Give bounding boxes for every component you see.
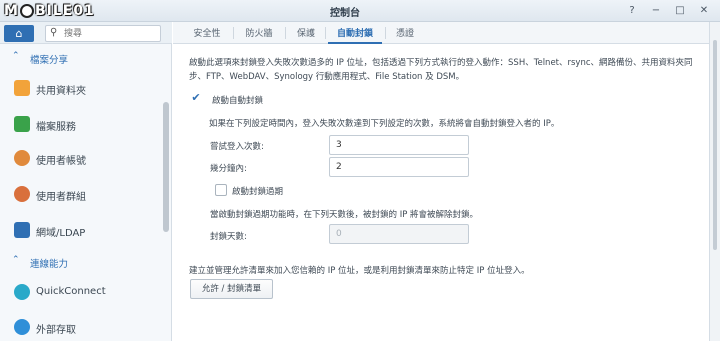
sidebar-item-file-services[interactable]: 檔案服務 — [0, 107, 165, 141]
section-label: 檔案分享 — [30, 55, 69, 66]
title-bar: M BILE 01 控制台 ? − □ ✕ — [0, 0, 720, 22]
sidebar-item-group[interactable]: 使用者群組 — [0, 177, 165, 211]
home-button[interactable]: ⌂ — [4, 25, 34, 42]
enable-expiration-checkbox[interactable] — [215, 184, 227, 196]
sidebar-item-external-access[interactable]: 外部存取 — [0, 310, 165, 341]
help-icon[interactable]: ? — [625, 4, 639, 18]
sidebar-item-quickconnect[interactable]: QuickConnect — [0, 275, 165, 309]
main-panel: 安全性 防火牆 保護 自動封鎖 憑證 啟動此選項來封鎖登入失敗次數過多的 IP … — [173, 22, 720, 341]
scrollbar-thumb[interactable] — [713, 40, 717, 250]
sidebar-item-label: QuickConnect — [36, 286, 106, 297]
expiration-rule-text: 當啟動封鎖過期功能時，在下列天數後，被封鎖的 IP 將會被解除封鎖。 — [210, 210, 479, 220]
tab-bar: 安全性 防火牆 保護 自動封鎖 憑證 — [173, 22, 720, 44]
tab-protection[interactable]: 保護 — [289, 26, 323, 44]
block-rule-text: 如果在下列設定時間內，登入失敗次數達到下列設定的次數，系統將會自動封鎖登入者的 … — [209, 119, 560, 129]
window-title: 控制台 — [330, 8, 360, 19]
user-icon — [14, 150, 30, 166]
within-minutes-label: 幾分鐘內: — [210, 164, 247, 174]
domain-ldap-icon — [14, 222, 30, 238]
search-input[interactable] — [64, 28, 154, 40]
sidebar-item-label: 外部存取 — [36, 325, 76, 336]
auto-block-description: 啟動此選項來封鎖登入失敗次數過多的 IP 位址，包括透過下列方式執行的登入動作：… — [189, 58, 693, 82]
sidebar: ⌂ ⚲ ⌃ 檔案分享 共用資料夾 檔案服務 使用者帳號 使用者群組 網域/LDA… — [0, 22, 172, 341]
tab-separator — [385, 27, 386, 39]
tab-separator — [233, 27, 234, 39]
search-icon: ⚲ — [50, 27, 58, 38]
sidebar-item-domain-ldap[interactable]: 網域/LDAP — [0, 213, 165, 247]
site-logo: M BILE 01 — [4, 2, 95, 20]
allow-block-description: 建立並管理允許清單來加入您信賴的 IP 位址，或是利用封鎖清單來防止特定 IP … — [189, 266, 530, 276]
tab-security[interactable]: 安全性 — [185, 26, 229, 44]
sidebar-scrollbar[interactable] — [163, 102, 169, 232]
tab-separator — [325, 27, 326, 39]
sidebar-item-label: 使用者帳號 — [36, 156, 86, 167]
external-access-icon — [14, 319, 30, 335]
logo-text-left: M — [4, 3, 19, 19]
unblock-days-field[interactable]: 0 — [329, 224, 469, 244]
enable-autoblock-checkbox[interactable]: ✔ — [190, 92, 202, 105]
maximize-icon[interactable]: □ — [673, 4, 687, 18]
search-box[interactable]: ⚲ — [45, 25, 161, 42]
sidebar-item-label: 使用者群組 — [36, 192, 86, 203]
shared-folder-icon — [14, 80, 30, 96]
tab-certificate[interactable]: 憑證 — [388, 26, 422, 44]
enable-expiration-label: 啟動封鎖過期 — [232, 187, 284, 197]
chevron-up-icon: ⌃ — [12, 255, 20, 265]
sidebar-item-label: 共用資料夾 — [36, 86, 86, 97]
main-scrollbar[interactable] — [709, 22, 720, 341]
sidebar-item-label: 檔案服務 — [36, 122, 76, 133]
chevron-up-icon: ⌃ — [12, 51, 20, 61]
group-icon — [14, 186, 30, 202]
login-attempts-label: 嘗試登入次數: — [210, 142, 264, 152]
sidebar-item-user[interactable]: 使用者帳號 — [0, 141, 165, 175]
sidebar-item-shared-folder[interactable]: 共用資料夾 — [0, 71, 165, 105]
tab-firewall[interactable]: 防火牆 — [237, 26, 281, 44]
section-connectivity[interactable]: ⌃ 連線能力 — [0, 252, 165, 272]
logo-suffix: 01 — [73, 3, 95, 19]
allow-block-list-button[interactable]: 允許 / 封鎖清單 — [190, 279, 273, 299]
unblock-days-label: 封鎖天數: — [210, 232, 247, 242]
file-services-icon — [14, 116, 30, 132]
quickconnect-icon — [14, 284, 30, 300]
enable-autoblock-label: 啟動自動封鎖 — [212, 96, 264, 106]
tab-auto-block[interactable]: 自動封鎖 — [328, 26, 382, 44]
section-label: 連線能力 — [30, 259, 69, 270]
logo-text-right: BILE — [34, 3, 74, 19]
logo-o-icon — [19, 4, 34, 18]
close-icon[interactable]: ✕ — [697, 4, 711, 18]
minimize-icon[interactable]: − — [649, 4, 663, 18]
within-minutes-field[interactable]: 2 — [329, 157, 469, 177]
sidebar-toolbar: ⌂ ⚲ — [0, 22, 172, 44]
login-attempts-field[interactable]: 3 — [329, 135, 469, 155]
tab-separator — [285, 27, 286, 39]
section-file-sharing[interactable]: ⌃ 檔案分享 — [0, 48, 165, 68]
home-icon: ⌂ — [15, 27, 23, 40]
sidebar-item-label: 網域/LDAP — [36, 228, 86, 239]
